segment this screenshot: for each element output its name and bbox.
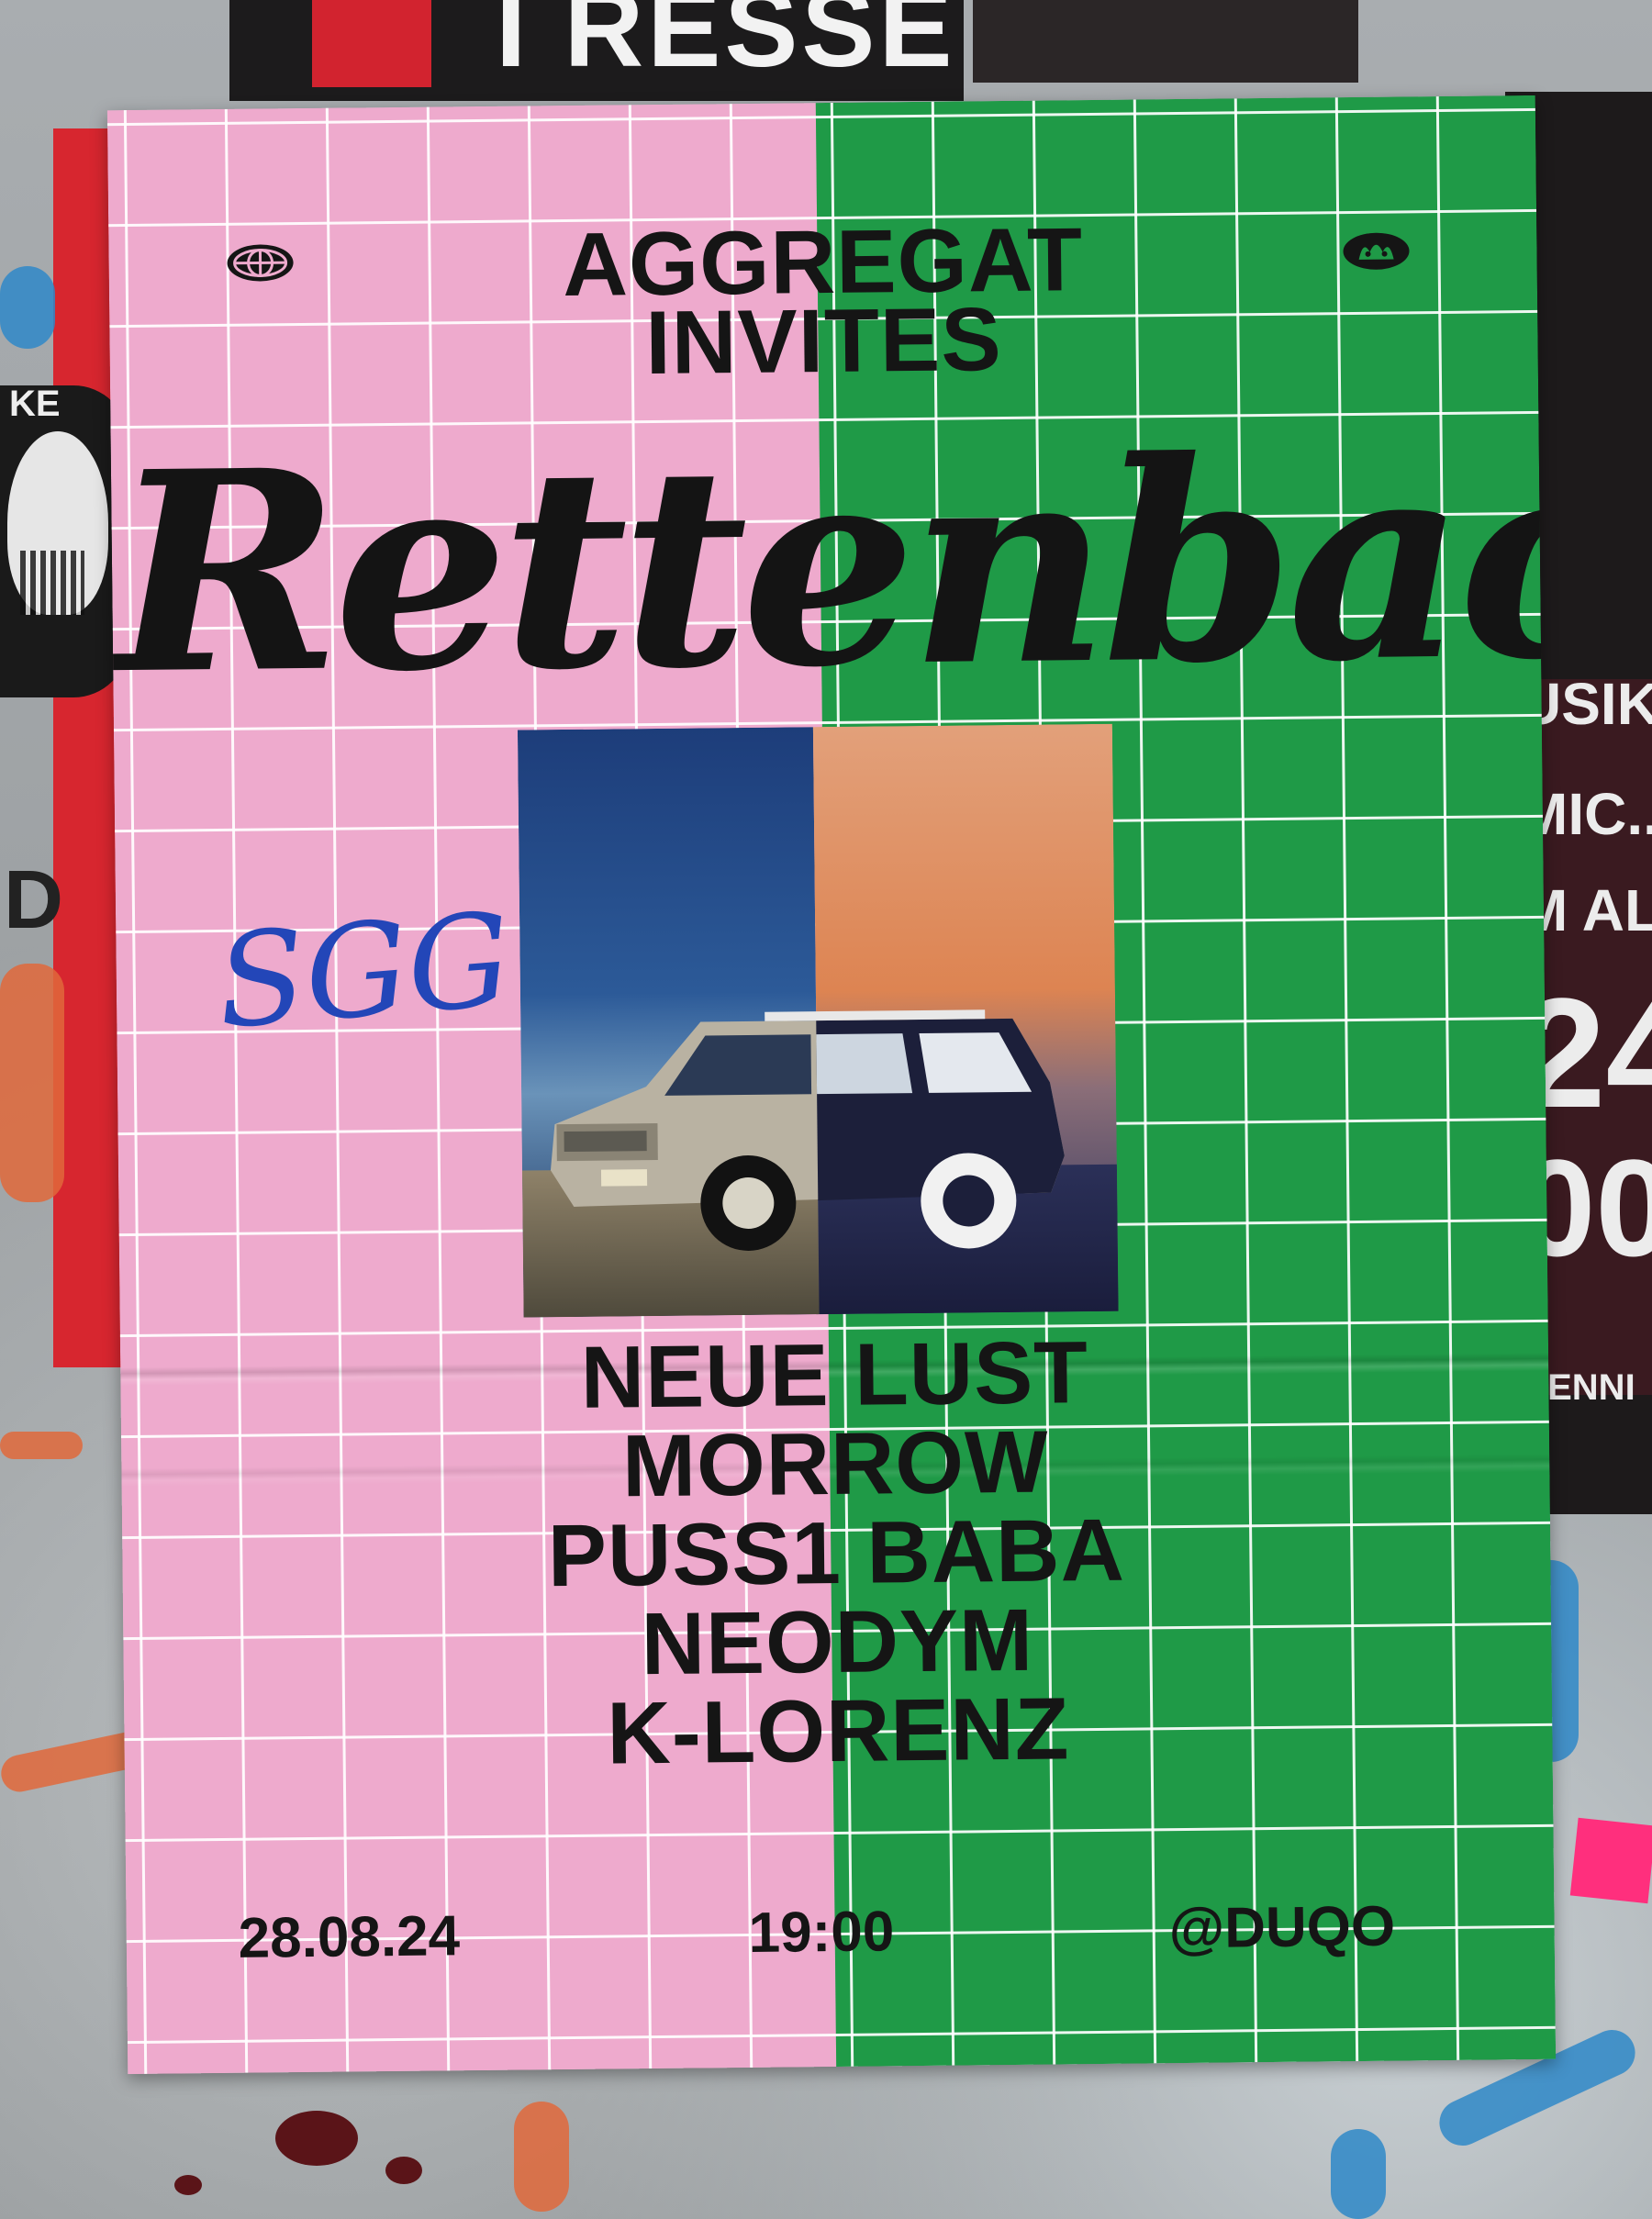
graffiti-orange [0, 964, 64, 1202]
graffiti-orange [514, 2102, 569, 2212]
lineup-artist: NEUE LUST [580, 1323, 1089, 1427]
handwritten-tag: SGG [212, 886, 517, 1073]
graffiti-orange [0, 1432, 83, 1459]
paint-splat [174, 2175, 202, 2195]
top-poster-text: I RESSE [496, 0, 956, 90]
left-sticker-text: KE [9, 384, 61, 424]
header-line-2: INVITES [644, 288, 1003, 394]
lineup-artist: K-LORENZ [606, 1679, 1070, 1783]
paint-splat [385, 2157, 422, 2184]
car-illustration [550, 1009, 1065, 1251]
qr-code-icon [20, 551, 84, 615]
handwritten-tag-text: SGG [211, 885, 517, 1058]
top-poster-dark-block [973, 0, 1358, 83]
paint-splat [275, 2111, 358, 2166]
event-venue: @DUQO [1168, 1894, 1396, 1961]
poster-footer: 28.08.24 19:00 @DUQO [126, 1892, 1555, 1980]
event-time: 19:00 [748, 1900, 895, 1965]
car-photo [517, 723, 1119, 1318]
left-letter: D [4, 854, 63, 946]
poster-header: AGGREGAT INVITES [108, 208, 1538, 394]
poster-title: Rettenbach [110, 393, 1557, 736]
pink-sticky-note [1569, 1817, 1652, 1904]
graffiti-blue [1331, 2129, 1386, 2219]
event-poster: AGGREGAT INVITES Rettenbach SGG NEUE LUS… [106, 95, 1557, 2075]
graffiti-blue [0, 266, 55, 349]
event-date: 28.08.24 [238, 1904, 461, 1970]
lineup-artist: NEODYM [641, 1590, 1034, 1694]
top-poster-red-block [312, 0, 431, 87]
lineup-artist: MORROW [621, 1412, 1050, 1516]
lineup-artist: PUSS1 BABA [547, 1500, 1126, 1606]
artist-lineup: NEUE LUST MORROW PUSS1 BABA NEODYM K-LOR… [120, 1323, 1553, 1783]
